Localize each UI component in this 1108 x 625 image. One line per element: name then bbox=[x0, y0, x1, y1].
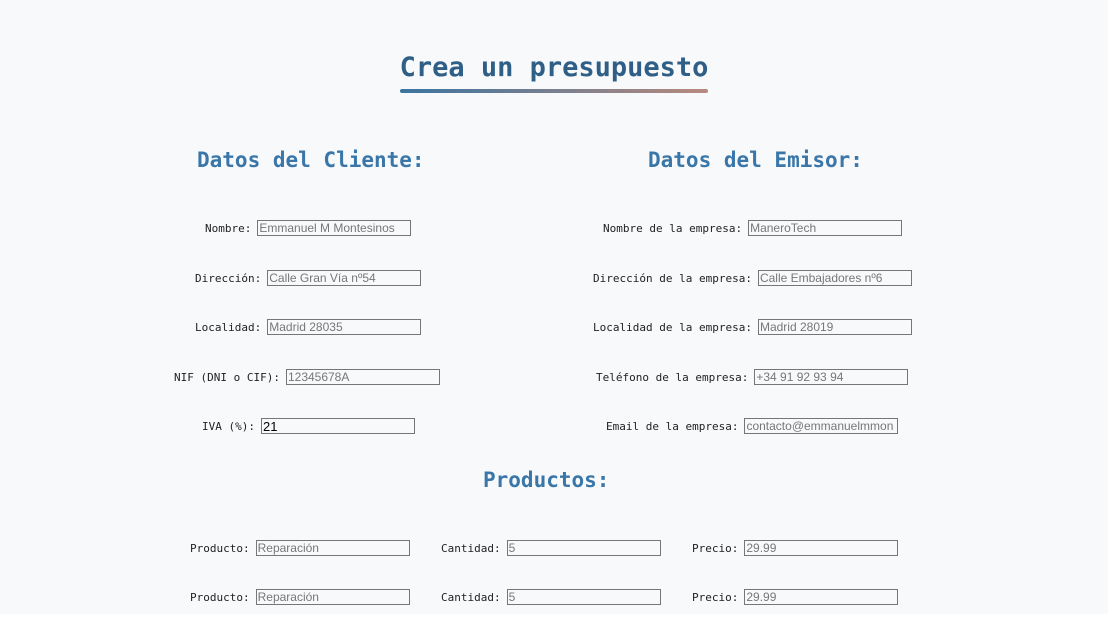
emisor-nombre-field: Nombre de la empresa: bbox=[603, 220, 903, 236]
producto-input[interactable] bbox=[255, 540, 410, 556]
precio-field: Precio: bbox=[692, 589, 899, 605]
emisor-localidad-label: Localidad de la empresa: bbox=[593, 320, 752, 334]
emisor-localidad-field: Localidad de la empresa: bbox=[593, 319, 912, 335]
cliente-nombre-field: Nombre: bbox=[205, 220, 412, 236]
cliente-localidad-field: Localidad: bbox=[195, 319, 422, 335]
cantidad-input[interactable] bbox=[506, 540, 661, 556]
cantidad-field: Cantidad: bbox=[441, 589, 661, 605]
precio-label: Precio: bbox=[692, 541, 739, 555]
cliente-localidad-input[interactable] bbox=[267, 319, 422, 335]
emisor-direccion-label: Dirección de la empresa: bbox=[593, 271, 752, 285]
title-wrap: Crea un presupuesto bbox=[0, 52, 1108, 93]
precio-label: Precio: bbox=[692, 590, 739, 604]
page-title: Crea un presupuesto bbox=[399, 52, 709, 93]
precio-field: Precio: bbox=[692, 540, 899, 556]
cliente-nif-field: NIF (DNI o CIF): bbox=[174, 369, 440, 385]
emisor-email-input[interactable] bbox=[744, 418, 899, 434]
emisor-nombre-input[interactable] bbox=[748, 220, 903, 236]
page-title-text: Crea un presupuesto bbox=[399, 52, 709, 83]
cliente-direccion-label: Dirección: bbox=[195, 271, 262, 285]
cantidad-input[interactable] bbox=[506, 589, 661, 605]
cliente-iva-input[interactable] bbox=[260, 418, 415, 434]
cliente-heading: Datos del Cliente: bbox=[197, 148, 425, 172]
page: Crea un presupuesto Datos del Cliente: N… bbox=[0, 0, 1108, 614]
cliente-nombre-label: Nombre: bbox=[205, 221, 252, 235]
productos-heading: Productos: bbox=[483, 468, 610, 492]
cliente-nombre-input[interactable] bbox=[257, 220, 412, 236]
producto-input[interactable] bbox=[255, 589, 410, 605]
emisor-heading: Datos del Emisor: bbox=[648, 148, 863, 172]
cliente-direccion-input[interactable] bbox=[267, 270, 422, 286]
cliente-iva-label: IVA (%): bbox=[202, 419, 255, 433]
emisor-telefono-field: Teléfono de la empresa: bbox=[596, 369, 909, 385]
cliente-direccion-field: Dirección: bbox=[195, 270, 422, 286]
producto-label: Producto: bbox=[190, 590, 250, 604]
producto-field: Producto: bbox=[190, 589, 410, 605]
emisor-direccion-input[interactable] bbox=[757, 270, 912, 286]
emisor-email-label: Email de la empresa: bbox=[606, 419, 739, 433]
cantidad-label: Cantidad: bbox=[441, 590, 501, 604]
cliente-iva-field: IVA (%): bbox=[202, 418, 415, 434]
precio-input[interactable] bbox=[744, 540, 899, 556]
emisor-telefono-label: Teléfono de la empresa: bbox=[596, 370, 749, 384]
emisor-telefono-input[interactable] bbox=[754, 369, 909, 385]
producto-field: Producto: bbox=[190, 540, 410, 556]
cliente-nif-input[interactable] bbox=[285, 369, 440, 385]
emisor-nombre-label: Nombre de la empresa: bbox=[603, 221, 743, 235]
cliente-nif-label: NIF (DNI o CIF): bbox=[174, 370, 280, 384]
precio-input[interactable] bbox=[744, 589, 899, 605]
emisor-localidad-input[interactable] bbox=[757, 319, 912, 335]
cliente-localidad-label: Localidad: bbox=[195, 320, 262, 334]
emisor-email-field: Email de la empresa: bbox=[606, 418, 899, 434]
producto-label: Producto: bbox=[190, 541, 250, 555]
emisor-direccion-field: Dirección de la empresa: bbox=[593, 270, 912, 286]
cantidad-field: Cantidad: bbox=[441, 540, 661, 556]
title-underline bbox=[399, 89, 709, 93]
cantidad-label: Cantidad: bbox=[441, 541, 501, 555]
